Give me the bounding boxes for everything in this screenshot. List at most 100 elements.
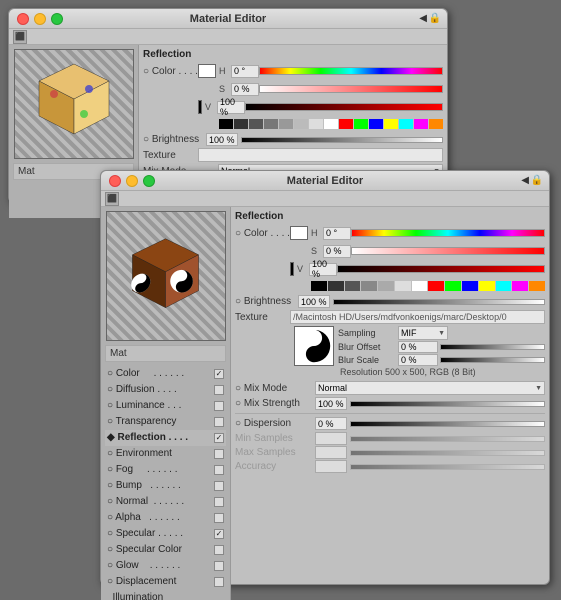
material-editor-window-2: Material Editor ◀ 🔒 ⬛ bbox=[100, 170, 550, 585]
h-slider[interactable] bbox=[259, 67, 443, 75]
prop-luminance-checkbox[interactable] bbox=[214, 401, 224, 411]
h-value[interactable]: 0 ° bbox=[231, 65, 259, 78]
w2-blur-offset-row: Blur Offset 0 % bbox=[338, 341, 545, 353]
w2-h-slider[interactable] bbox=[351, 229, 545, 237]
w2-brightness-value[interactable]: 100 % bbox=[298, 295, 330, 308]
prop-speccolor-checkbox[interactable] bbox=[214, 545, 224, 555]
w2-swatch-8[interactable] bbox=[428, 281, 444, 291]
brightness-value[interactable]: 100 % bbox=[206, 133, 238, 146]
swatch-orange[interactable] bbox=[429, 119, 443, 129]
close-button-1[interactable] bbox=[17, 13, 29, 25]
swatch-white[interactable] bbox=[324, 119, 338, 129]
prop-environment-label: ○ Environment bbox=[107, 447, 212, 461]
window-controls-2[interactable] bbox=[109, 175, 155, 187]
swatch-gray4[interactable] bbox=[294, 119, 308, 129]
w2-texture-path[interactable]: /Macintosh HD/Users/mdfvonkoenigs/marc/D… bbox=[290, 310, 545, 324]
prop-color-checkbox[interactable] bbox=[214, 369, 224, 379]
prop-alpha-checkbox[interactable] bbox=[214, 513, 224, 523]
w2-swatch-10[interactable] bbox=[462, 281, 478, 291]
swatch-magenta[interactable] bbox=[414, 119, 428, 129]
w2-swatch-7[interactable] bbox=[412, 281, 428, 291]
w2-dispersion-slider[interactable] bbox=[350, 421, 545, 427]
w2-blur-scale-slider[interactable] bbox=[440, 357, 545, 363]
maximize-button-2[interactable] bbox=[143, 175, 155, 187]
w2-color-s-row: S 0 % bbox=[235, 243, 545, 259]
prop-environment-checkbox[interactable] bbox=[214, 449, 224, 459]
w2-mix-strength-value[interactable]: 100 % bbox=[315, 397, 347, 410]
w2-color-v-row: V 100 % bbox=[235, 261, 545, 277]
w2-s-slider[interactable] bbox=[351, 247, 545, 255]
swatch-red[interactable] bbox=[339, 119, 353, 129]
swatch-gray1[interactable] bbox=[249, 119, 263, 129]
prop-normal: ○ Normal . . . . . . bbox=[105, 494, 226, 510]
w2-dispersion-row: ○ Dispersion 0 % bbox=[235, 417, 545, 430]
w2-swatch-5[interactable] bbox=[378, 281, 394, 291]
v-dark-swatch bbox=[198, 100, 202, 114]
prop-fog: ○ Fog . . . . . . bbox=[105, 462, 226, 478]
w2-swatch-3[interactable] bbox=[345, 281, 361, 291]
w2-v-value[interactable]: 100 % bbox=[309, 263, 337, 276]
w2-brightness-slider[interactable] bbox=[333, 299, 545, 305]
palette-row bbox=[143, 117, 443, 131]
w2-swatch-14[interactable] bbox=[529, 281, 545, 291]
w2-s-value[interactable]: 0 % bbox=[323, 245, 351, 258]
minimize-button-1[interactable] bbox=[34, 13, 46, 25]
w2-v-dark-swatch bbox=[290, 262, 294, 276]
w2-v-slider[interactable] bbox=[337, 265, 545, 273]
w2-swatch-2[interactable] bbox=[328, 281, 344, 291]
w2-swatch-9[interactable] bbox=[445, 281, 461, 291]
swatch-gray3[interactable] bbox=[279, 119, 293, 129]
prop-displacement-checkbox[interactable] bbox=[214, 577, 224, 587]
w2-min-samples-value bbox=[315, 432, 347, 445]
swatch-green[interactable] bbox=[354, 119, 368, 129]
texture-path-1[interactable] bbox=[198, 148, 443, 162]
swatch-gray2[interactable] bbox=[264, 119, 278, 129]
w2-swatch-6[interactable] bbox=[395, 281, 411, 291]
prop-reflection-checkbox[interactable] bbox=[214, 433, 224, 443]
w2-color-swatch[interactable] bbox=[290, 226, 308, 240]
color-swatch-1[interactable] bbox=[198, 64, 216, 78]
prop-bump-checkbox[interactable] bbox=[214, 481, 224, 491]
cube-preview-1 bbox=[15, 50, 133, 158]
swatch-blue[interactable] bbox=[369, 119, 383, 129]
w2-mix-strength-slider[interactable] bbox=[350, 401, 545, 407]
w2-blur-scale-value[interactable]: 0 % bbox=[398, 354, 438, 366]
w2-blur-offset-slider[interactable] bbox=[440, 344, 545, 350]
v-slider[interactable] bbox=[245, 103, 443, 111]
swatch-dark[interactable] bbox=[234, 119, 248, 129]
w2-swatch-11[interactable] bbox=[479, 281, 495, 291]
window-content-2: Mat ○ Color . . . . . . ○ Diffusion . . … bbox=[101, 207, 549, 600]
toolbar-icon-1[interactable]: ⬛ bbox=[13, 30, 27, 44]
w2-sampling-dropdown[interactable]: MIF ▼ bbox=[398, 326, 448, 340]
prop-transparency-checkbox[interactable] bbox=[214, 417, 224, 427]
swatch-black[interactable] bbox=[219, 119, 233, 129]
window-controls-1[interactable] bbox=[17, 13, 63, 25]
swatch-cyan[interactable] bbox=[399, 119, 413, 129]
s-slider[interactable] bbox=[259, 85, 443, 93]
w2-swatch-12[interactable] bbox=[496, 281, 512, 291]
prop-glow-checkbox[interactable] bbox=[214, 561, 224, 571]
swatch-light[interactable] bbox=[309, 119, 323, 129]
v-value[interactable]: 100 % bbox=[217, 101, 245, 114]
w2-swatch-13[interactable] bbox=[512, 281, 528, 291]
toolbar-icon-2[interactable]: ⬛ bbox=[105, 192, 119, 206]
w2-blur-offset-value[interactable]: 0 % bbox=[398, 341, 438, 353]
prop-alpha: ○ Alpha . . . . . . bbox=[105, 510, 226, 526]
w2-h-value[interactable]: 0 ° bbox=[323, 227, 351, 240]
w2-swatch-4[interactable] bbox=[361, 281, 377, 291]
w2-swatch-1[interactable] bbox=[311, 281, 327, 291]
w2-mix-mode-dropdown[interactable]: Normal ▼ bbox=[315, 381, 545, 395]
swatch-yellow[interactable] bbox=[384, 119, 398, 129]
w2-texture-thumb bbox=[294, 326, 334, 366]
w2-dispersion-value[interactable]: 0 % bbox=[315, 417, 347, 430]
prop-normal-checkbox[interactable] bbox=[214, 497, 224, 507]
brightness-slider[interactable] bbox=[241, 137, 443, 143]
s-value[interactable]: 0 % bbox=[231, 83, 259, 96]
minimize-button-2[interactable] bbox=[126, 175, 138, 187]
maximize-button-1[interactable] bbox=[51, 13, 63, 25]
prop-illumination-label: Illumination bbox=[107, 591, 224, 600]
prop-specular-checkbox[interactable] bbox=[214, 529, 224, 539]
prop-diffusion-checkbox[interactable] bbox=[214, 385, 224, 395]
close-button-2[interactable] bbox=[109, 175, 121, 187]
prop-fog-checkbox[interactable] bbox=[214, 465, 224, 475]
